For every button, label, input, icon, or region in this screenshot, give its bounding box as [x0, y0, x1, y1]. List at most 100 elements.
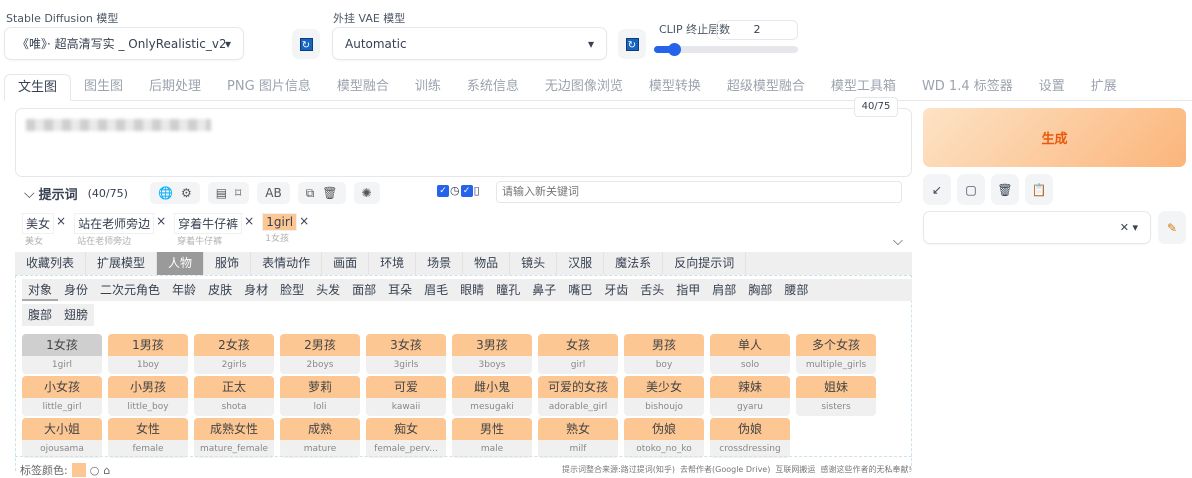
subcategory-tab[interactable]: 舌头 — [634, 279, 670, 301]
format-icon[interactable]: AB — [265, 186, 281, 200]
remove-chip-icon[interactable]: × — [297, 213, 311, 231]
tag-card[interactable]: 男性 male — [452, 418, 532, 458]
gear-icon[interactable]: ⚙ — [181, 186, 192, 200]
read-params-button[interactable]: ↙ — [923, 174, 951, 205]
trash-icon[interactable]: 🗑 — [322, 186, 337, 200]
category-tab[interactable]: 魔法系 — [604, 252, 664, 275]
subcategory-tab[interactable]: 身材 — [238, 279, 274, 301]
tab-5[interactable]: 训练 — [402, 74, 454, 100]
style-dropdown[interactable]: ✕ ▾ — [923, 211, 1151, 244]
tag-card[interactable]: 雌小鬼 mesugaki — [452, 376, 532, 416]
category-tab[interactable]: 收藏列表 — [15, 252, 87, 275]
remove-chip-icon[interactable]: × — [154, 213, 168, 234]
refresh-sd-button[interactable]: ↻ — [292, 29, 320, 59]
tag-card[interactable]: 萝莉 loli — [280, 376, 360, 416]
tag-card[interactable]: 2男孩 2boys — [280, 334, 360, 374]
tab-1[interactable]: 图生图 — [71, 74, 136, 100]
tag-card[interactable]: 正太 shota — [194, 376, 274, 416]
tag-card[interactable]: 成熟 mature — [280, 418, 360, 458]
clear-button[interactable]: 🗑 — [991, 174, 1019, 205]
bookmark-icon[interactable]: ⌑ — [235, 186, 241, 200]
tag-card[interactable]: 辣妹 gyaru — [710, 376, 790, 416]
subcategory-tab[interactable]: 二次元角色 — [94, 279, 166, 301]
tag-card[interactable]: 伪娘 crossdressing — [710, 418, 790, 458]
subcategory-tab[interactable]: 腹部 — [22, 304, 58, 326]
keyword-input[interactable] — [496, 181, 902, 203]
category-tab[interactable]: 画面 — [322, 252, 370, 275]
tab-8[interactable]: 模型转换 — [636, 74, 714, 100]
tab-2[interactable]: 后期处理 — [136, 74, 214, 100]
category-tab[interactable]: 环境 — [369, 252, 417, 275]
subcategory-tab[interactable]: 面部 — [346, 279, 382, 301]
tag-card[interactable]: 男孩 boy — [624, 334, 704, 374]
color-swatch[interactable] — [71, 463, 86, 477]
checkbox-1[interactable]: ✓ — [437, 184, 449, 197]
subcategory-tab[interactable]: 腰部 — [778, 279, 814, 301]
tab-12[interactable]: 设置 — [1026, 74, 1078, 100]
tag-card[interactable]: 1男孩 1boy — [108, 334, 188, 374]
category-tab[interactable]: 表情动作 — [251, 252, 323, 275]
tag-card[interactable]: 3男孩 3boys — [452, 334, 532, 374]
subcategory-tab[interactable]: 肩部 — [706, 279, 742, 301]
tab-7[interactable]: 无边图像浏览 — [532, 74, 636, 100]
tag-card[interactable]: 女性 female — [108, 418, 188, 458]
clip-input[interactable]: 2 — [716, 20, 798, 40]
chip-label[interactable]: 1girl — [262, 213, 298, 231]
collapse-icon[interactable]: ⌵ — [24, 186, 35, 202]
tab-4[interactable]: 模型融合 — [324, 74, 402, 100]
tag-card[interactable]: 小女孩 little_girl — [22, 376, 102, 416]
subcategory-tab[interactable]: 胸部 — [742, 279, 778, 301]
chip-label[interactable]: 美女 — [22, 213, 55, 234]
subcategory-tab[interactable]: 眉毛 — [418, 279, 454, 301]
tab-0[interactable]: 文生图 — [4, 74, 72, 101]
home-icon[interactable]: ⌂ — [103, 464, 110, 477]
tag-card[interactable]: 2女孩 2girls — [194, 334, 274, 374]
category-tab[interactable]: 扩展模型 — [86, 252, 158, 275]
chip-label[interactable]: 站在老师旁边 — [74, 213, 155, 234]
sd-model-dropdown[interactable]: 《唯》· 超高清写实 _ OnlyRealistic_v29 真实.sa▾ — [4, 27, 244, 60]
copy-icon[interactable]: ⧉ — [306, 186, 315, 201]
subcategory-tab[interactable]: 皮肤 — [202, 279, 238, 301]
subcategory-tab[interactable]: 身份 — [58, 279, 94, 301]
tag-card[interactable]: 单人 solo — [710, 334, 790, 374]
tag-card[interactable]: 女孩 girl — [538, 334, 618, 374]
subcategory-tab[interactable]: 年龄 — [166, 279, 202, 301]
square-button[interactable]: ▢ — [957, 174, 985, 205]
subcategory-tab[interactable]: 嘴巴 — [562, 279, 598, 301]
tag-card[interactable]: 可爱的女孩 adorable_girl — [538, 376, 618, 416]
category-tab[interactable]: 场景 — [416, 252, 464, 275]
category-tab[interactable]: 人物 — [157, 252, 205, 275]
category-tab[interactable]: 反向提示词 — [663, 252, 747, 275]
subcategory-tab[interactable]: 翅膀 — [58, 304, 94, 326]
tab-11[interactable]: WD 1.4 标签器 — [909, 74, 1026, 100]
subcategory-tab[interactable]: 对象 — [22, 279, 59, 301]
remove-chip-icon[interactable]: × — [242, 213, 256, 234]
tag-card[interactable]: 大小姐 ojousama — [22, 418, 102, 458]
circle-icon[interactable]: ○ — [90, 464, 100, 477]
tag-card[interactable]: 1女孩 1girl — [22, 334, 102, 374]
prompt-textarea[interactable] — [15, 108, 912, 177]
subcategory-tab[interactable]: 头发 — [310, 279, 346, 301]
tag-card[interactable]: 可爱 kawaii — [366, 376, 446, 416]
tag-card[interactable]: 多个女孩 multiple_girls — [796, 334, 876, 374]
category-tab[interactable]: 服饰 — [204, 252, 252, 275]
subcategory-tab[interactable]: 指甲 — [670, 279, 706, 301]
tab-6[interactable]: 系统信息 — [454, 74, 532, 100]
checkbox-2[interactable]: ✓ — [460, 184, 473, 197]
subcategory-tab[interactable]: 牙齿 — [598, 279, 634, 301]
tag-card[interactable]: 姐妹 sisters — [796, 376, 876, 416]
expand-icon[interactable]: ⌵ — [893, 234, 903, 249]
refresh-vae-button[interactable]: ↻ — [618, 29, 646, 59]
tag-card[interactable]: 伪娘 otoko_no_ko — [624, 418, 704, 458]
subcategory-tab[interactable]: 脸型 — [274, 279, 310, 301]
tab-9[interactable]: 超级模型融合 — [714, 74, 818, 100]
subcategory-tab[interactable]: 耳朵 — [382, 279, 418, 301]
category-tab[interactable]: 物品 — [463, 252, 511, 275]
clear-icon[interactable]: ✕ — [1120, 221, 1129, 234]
globe-icon[interactable]: 🌐 — [158, 186, 173, 200]
tag-card[interactable]: 小男孩 little_boy — [108, 376, 188, 416]
generate-button[interactable]: 生成 — [923, 108, 1186, 167]
tab-13[interactable]: 扩展 — [1078, 74, 1130, 100]
remove-chip-icon[interactable]: × — [54, 213, 68, 234]
chip-label[interactable]: 穿着牛仔裤 — [174, 213, 243, 234]
